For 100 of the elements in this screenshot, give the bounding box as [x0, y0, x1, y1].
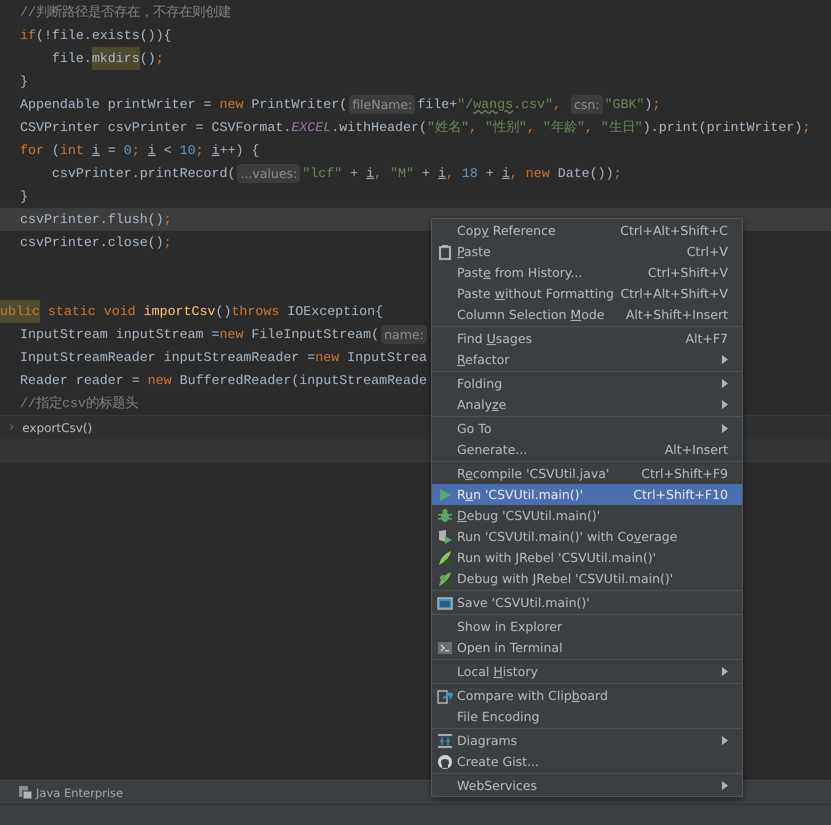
code-token: if — [20, 27, 36, 45]
code-token: i — [212, 142, 220, 160]
code-token: ; — [196, 142, 205, 160]
code-token: "GBK" — [604, 96, 644, 114]
code-token: EXCEL — [291, 119, 332, 137]
code-token: throws — [231, 303, 280, 321]
code-token: ; — [802, 119, 810, 137]
menu-item[interactable]: Local History — [432, 661, 742, 682]
code-token: "M" — [390, 165, 414, 183]
menu-item[interactable]: Open in Terminal — [432, 637, 742, 658]
code-token: new — [148, 372, 172, 390]
tool-window-tab[interactable]: Java Enterprise — [36, 786, 124, 800]
code-token: ; — [164, 211, 172, 229]
code-token: + — [349, 165, 360, 183]
code-token: wangs — [473, 96, 514, 114]
code-token: } — [20, 73, 28, 91]
code-token: i — [438, 165, 446, 183]
menu-item[interactable]: Copy Reference Ctrl+Alt+Shift+C — [432, 220, 742, 241]
code-token: 0 — [124, 142, 132, 160]
bug-icon — [436, 508, 452, 524]
menu-item[interactable]: Folding — [432, 373, 742, 394]
code-token: new — [526, 165, 550, 183]
code-token: csvPrinter.printRecord( — [50, 165, 236, 183]
code-token: "生日" — [600, 118, 643, 137]
code-token: .csv" — [513, 96, 554, 114]
code-token: IOException{ — [286, 303, 384, 321]
menu-item[interactable]: Run with JRebel 'CSVUtil.main()' — [432, 547, 742, 568]
code-token: Appendable printWriter = — [20, 96, 213, 114]
code-token: FileInputStream( — [250, 326, 380, 344]
code-token: i — [148, 142, 156, 160]
code-token: BufferedReader(inputStreamReade — [178, 372, 427, 390]
chevron-icon: › — [9, 420, 14, 435]
submenu-arrow-icon — [722, 355, 728, 364]
code-token: i — [502, 165, 510, 183]
parameter-hint: ...values: — [237, 164, 300, 183]
code-token: + — [420, 165, 431, 183]
code-token: ; — [132, 142, 141, 160]
code-token: , — [526, 119, 536, 137]
menu-item[interactable]: WebServices — [432, 775, 742, 796]
menu-item[interactable]: Find Usages Alt+F7 — [432, 328, 742, 349]
code-token: } — [20, 188, 28, 206]
menu-item[interactable]: Create Gist... — [432, 751, 742, 772]
menu-item[interactable]: Save 'CSVUtil.main()' — [432, 592, 742, 613]
code-token: .withHeader( — [331, 119, 427, 137]
submenu-arrow-icon — [722, 379, 728, 388]
code-token: InputStreamReader inputStreamReader = — [20, 349, 316, 367]
code-token: csvPrinter.close() — [20, 234, 164, 252]
code-token: "lcf" — [302, 165, 342, 183]
code-token: = — [106, 142, 117, 160]
code-token: i — [366, 165, 374, 183]
code-token: , — [468, 119, 478, 137]
code-token: (!file.exists()){ — [36, 27, 172, 45]
submenu-arrow-icon — [722, 400, 728, 409]
code-token: , — [510, 165, 519, 183]
code-token: () — [215, 303, 232, 321]
menu-item[interactable]: Debug with JRebel 'CSVUtil.main()' — [432, 568, 742, 589]
terminal-icon — [436, 640, 452, 656]
menu-item[interactable]: Paste Ctrl+V — [432, 241, 742, 262]
menu-item[interactable]: Recompile 'CSVUtil.java' Ctrl+Shift+F9 — [432, 463, 742, 484]
code-token: 18 — [462, 165, 478, 183]
code-token: CSVPrinter csvPrinter = CSVFormat. — [20, 119, 292, 137]
menu-item[interactable]: Go To — [432, 418, 742, 439]
window-icon — [436, 594, 452, 610]
menu-item[interactable]: Paste without Formatting Ctrl+Alt+Shift+V — [432, 283, 742, 304]
diagram-icon — [436, 732, 452, 748]
menu-item[interactable]: Show in Explorer — [432, 616, 742, 637]
code-token: () — [140, 50, 156, 68]
code-token: Reader reader = — [20, 372, 141, 390]
parameter-hint: fileName: — [349, 95, 416, 114]
menu-item[interactable]: Column Selection Mode Alt+Shift+Insert — [432, 304, 742, 325]
breadcrumb-item[interactable]: exportCsv() — [22, 420, 92, 434]
menu-item[interactable]: Paste from History... Ctrl+Shift+V — [432, 262, 742, 283]
code-token: new — [220, 96, 244, 114]
menu-item[interactable]: Run 'CSVUtil.main()' with Coverage — [432, 526, 742, 547]
code-token: , — [584, 119, 594, 137]
code-token: ; — [652, 96, 660, 114]
code-token: , — [553, 96, 562, 114]
code-token: Date()) — [556, 165, 614, 183]
parameter-hint: csn: — [570, 95, 603, 114]
menu-item[interactable]: Debug 'CSVUtil.main()' — [432, 505, 742, 526]
clipboard-icon — [436, 244, 452, 260]
code-token: new — [315, 349, 340, 367]
code-token: ; — [614, 165, 622, 183]
code-token: + — [484, 165, 495, 183]
code-token: new — [220, 326, 244, 344]
code-token: ; — [156, 50, 164, 68]
submenu-arrow-icon — [722, 667, 728, 676]
menu-item[interactable]: Diagrams — [432, 730, 742, 751]
shield-run-icon — [436, 528, 452, 544]
parameter-hint: name: — [381, 325, 427, 344]
menu-item[interactable]: Compare with Clipboard — [432, 685, 742, 706]
menu-item[interactable]: Analyze — [432, 394, 742, 415]
leaf-icon — [436, 550, 452, 566]
code-token: , — [446, 165, 455, 183]
menu-item[interactable]: File Encoding — [432, 706, 742, 727]
menu-item[interactable]: Run 'CSVUtil.main()' Ctrl+Shift+F10 — [432, 484, 742, 505]
menu-item[interactable]: Refactor — [432, 349, 742, 370]
compare-icon — [436, 688, 452, 704]
code-token: ).print(printWriter) — [642, 119, 802, 137]
code-token: "性别" — [484, 119, 527, 137]
